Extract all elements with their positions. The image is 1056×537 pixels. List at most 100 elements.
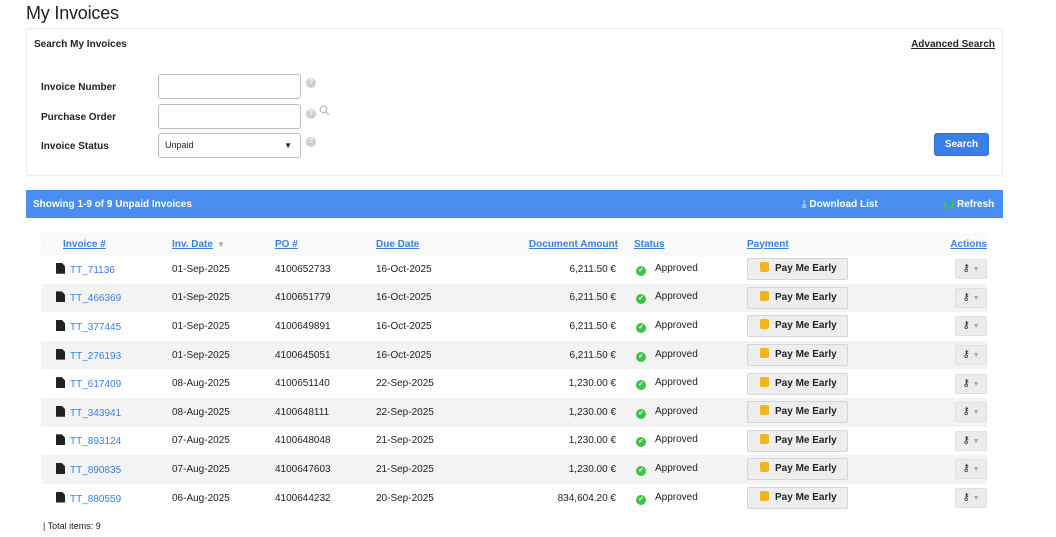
amount-cell: 1,230.00 € [488,455,634,484]
payment-cell: Pay Me Early [747,484,897,513]
document-icon [56,319,65,331]
pay-me-early-button[interactable]: Pay Me Early [747,429,848,452]
pay-me-early-button[interactable]: Pay Me Early [747,487,848,510]
actions-cell: ⚷ ▼ [897,369,987,398]
pay-me-early-button[interactable]: Pay Me Early [747,315,848,338]
column-header-inv-date-label: Inv. Date [172,238,213,250]
status-text: Approved [655,491,698,503]
chevron-down-icon: ▼ [972,294,980,302]
invoice-link[interactable]: TT_466369 [70,293,121,304]
actions-menu-button[interactable]: ⚷ ▼ [955,316,987,337]
invoice-link[interactable]: TT_617409 [70,379,121,390]
invoice-cell: TT_276193 [41,340,172,370]
key-icon: ⚷ [962,291,970,303]
search-button[interactable]: Search [934,133,989,156]
po-cell: 4100651779 [275,283,376,313]
pay-me-early-label: Pay Me Early [775,349,837,361]
download-list-button[interactable]: ⤓ Download List [802,199,878,210]
pay-me-early-button[interactable]: Pay Me Early [747,344,848,367]
key-icon: ⚷ [962,463,970,475]
invoice-status-label: Invoice Status [41,141,109,152]
invoice-link[interactable]: TT_343941 [70,408,121,419]
chevron-down-icon: ▼ [972,266,980,274]
results-summary: Showing 1-9 of 9 Unpaid Invoices [33,199,192,210]
pay-me-early-button[interactable]: Pay Me Early [747,458,848,481]
column-header-actions[interactable]: Actions [897,233,987,255]
page-title: My Invoices [26,3,119,23]
pay-me-early-button[interactable]: Pay Me Early [747,258,848,281]
payment-cell: Pay Me Early [747,427,897,456]
chevron-down-icon: ▼ [972,466,980,474]
inv-date-cell: 01-Sep-2025 [172,283,275,313]
invoice-link[interactable]: TT_71136 [70,265,115,276]
pay-me-early-label: Pay Me Early [775,463,837,475]
invoices-table: Invoice # Inv. Date ▼ PO # Due Date Docum… [41,233,987,512]
refresh-label: Refresh [957,199,995,210]
po-cell: 4100644232 [275,492,331,504]
pay-me-early-label: Pay Me Early [775,263,837,275]
actions-menu-button[interactable]: ⚷ ▼ [955,402,987,423]
pay-me-early-button[interactable]: Pay Me Early [747,372,848,395]
payment-cell: Pay Me Early [747,312,897,341]
due-date-cell: 21-Sep-2025 [376,435,434,447]
actions-menu-button[interactable]: ⚷ ▼ [955,430,987,451]
purchase-order-label: Purchase Order [41,112,117,123]
po-cell: 4100645051 [275,340,376,370]
invoice-link[interactable]: TT_890835 [70,465,121,476]
invoice-link[interactable]: TT_880559 [70,494,121,505]
amount-cell: 6,211.50 € [569,320,616,332]
search-panel: Search My Invoices Advanced Search Invoi… [26,28,1003,176]
status-text: Approved [655,434,698,446]
column-header-document-amount[interactable]: Document Amount [488,233,634,255]
column-header-payment[interactable]: Payment [747,233,897,255]
status-text: Approved [655,405,698,417]
refresh-button[interactable]: Refresh [944,199,994,210]
check-circle-icon: ✓ [636,437,646,448]
payment-cell: Pay Me Early [747,283,897,313]
key-icon: ⚷ [962,377,970,389]
chevron-down-icon: ▼ [972,380,980,388]
actions-cell: ⚷ ▼ [897,397,987,427]
chevron-down-icon: ▼ [972,323,980,331]
chevron-down-icon: ▼ [972,352,980,360]
document-icon [56,348,65,360]
actions-menu-button[interactable]: ⚷ ▼ [955,459,987,480]
check-circle-icon: ✓ [636,265,646,276]
help-icon[interactable]: ? [306,109,316,119]
column-header-po[interactable]: PO # [275,233,376,255]
key-icon: ⚷ [962,406,970,418]
invoice-link[interactable]: TT_893124 [70,436,121,447]
invoice-link[interactable]: TT_276193 [70,351,121,362]
column-header-invoice[interactable]: Invoice # [41,233,172,255]
column-header-inv-date[interactable]: Inv. Date ▼ [172,233,275,255]
due-date-cell: 20-Sep-2025 [376,492,434,504]
advanced-search-link[interactable]: Advanced Search [911,39,995,50]
invoice-link[interactable]: TT_377445 [70,322,121,333]
coin-icon [760,405,769,416]
help-icon[interactable]: ? [306,78,316,88]
pay-me-early-button[interactable]: Pay Me Early [747,286,848,309]
invoice-number-input[interactable] [158,74,301,99]
actions-menu-button[interactable]: ⚷ ▼ [955,259,987,280]
actions-menu-button[interactable]: ⚷ ▼ [955,488,987,509]
help-icon[interactable]: ? [306,137,316,147]
actions-menu-button[interactable]: ⚷ ▼ [955,287,987,308]
invoice-cell: TT_890835 [41,455,172,484]
search-icon[interactable] [319,105,330,116]
inv-date-cell: 07-Aug-2025 [172,455,275,484]
invoice-status-select[interactable]: Unpaid ▼ [158,133,301,158]
pay-me-early-button[interactable]: Pay Me Early [747,401,848,424]
actions-menu-button[interactable]: ⚷ ▼ [955,345,987,366]
column-header-due-date[interactable]: Due Date [376,233,488,255]
coin-icon [760,262,769,273]
sort-desc-icon: ▼ [216,239,225,249]
actions-menu-button[interactable]: ⚷ ▼ [955,373,987,394]
actions-cell: ⚷ ▼ [897,340,987,370]
column-header-status[interactable]: Status [634,233,747,255]
due-date-cell: 16-Oct-2025 [376,263,432,275]
purchase-order-input[interactable] [158,104,301,129]
due-date-cell: 21-Sep-2025 [376,455,488,484]
po-cell: 4100649891 [275,320,331,332]
status-text: Approved [655,348,698,360]
status-text: Approved [655,462,698,474]
